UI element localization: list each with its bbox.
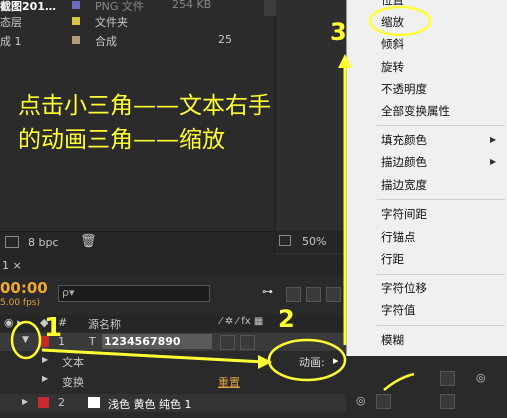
annotation-scribble — [383, 372, 415, 391]
annotation-overlay — [10, 5, 432, 391]
annotation-circle-scale — [368, 5, 432, 37]
annotation-arrow-1 — [41, 348, 266, 364]
annotation-circle-animate — [267, 338, 347, 382]
annotation-arrowhead-2 — [338, 54, 352, 68]
annotation-circle-triangle — [10, 320, 42, 360]
